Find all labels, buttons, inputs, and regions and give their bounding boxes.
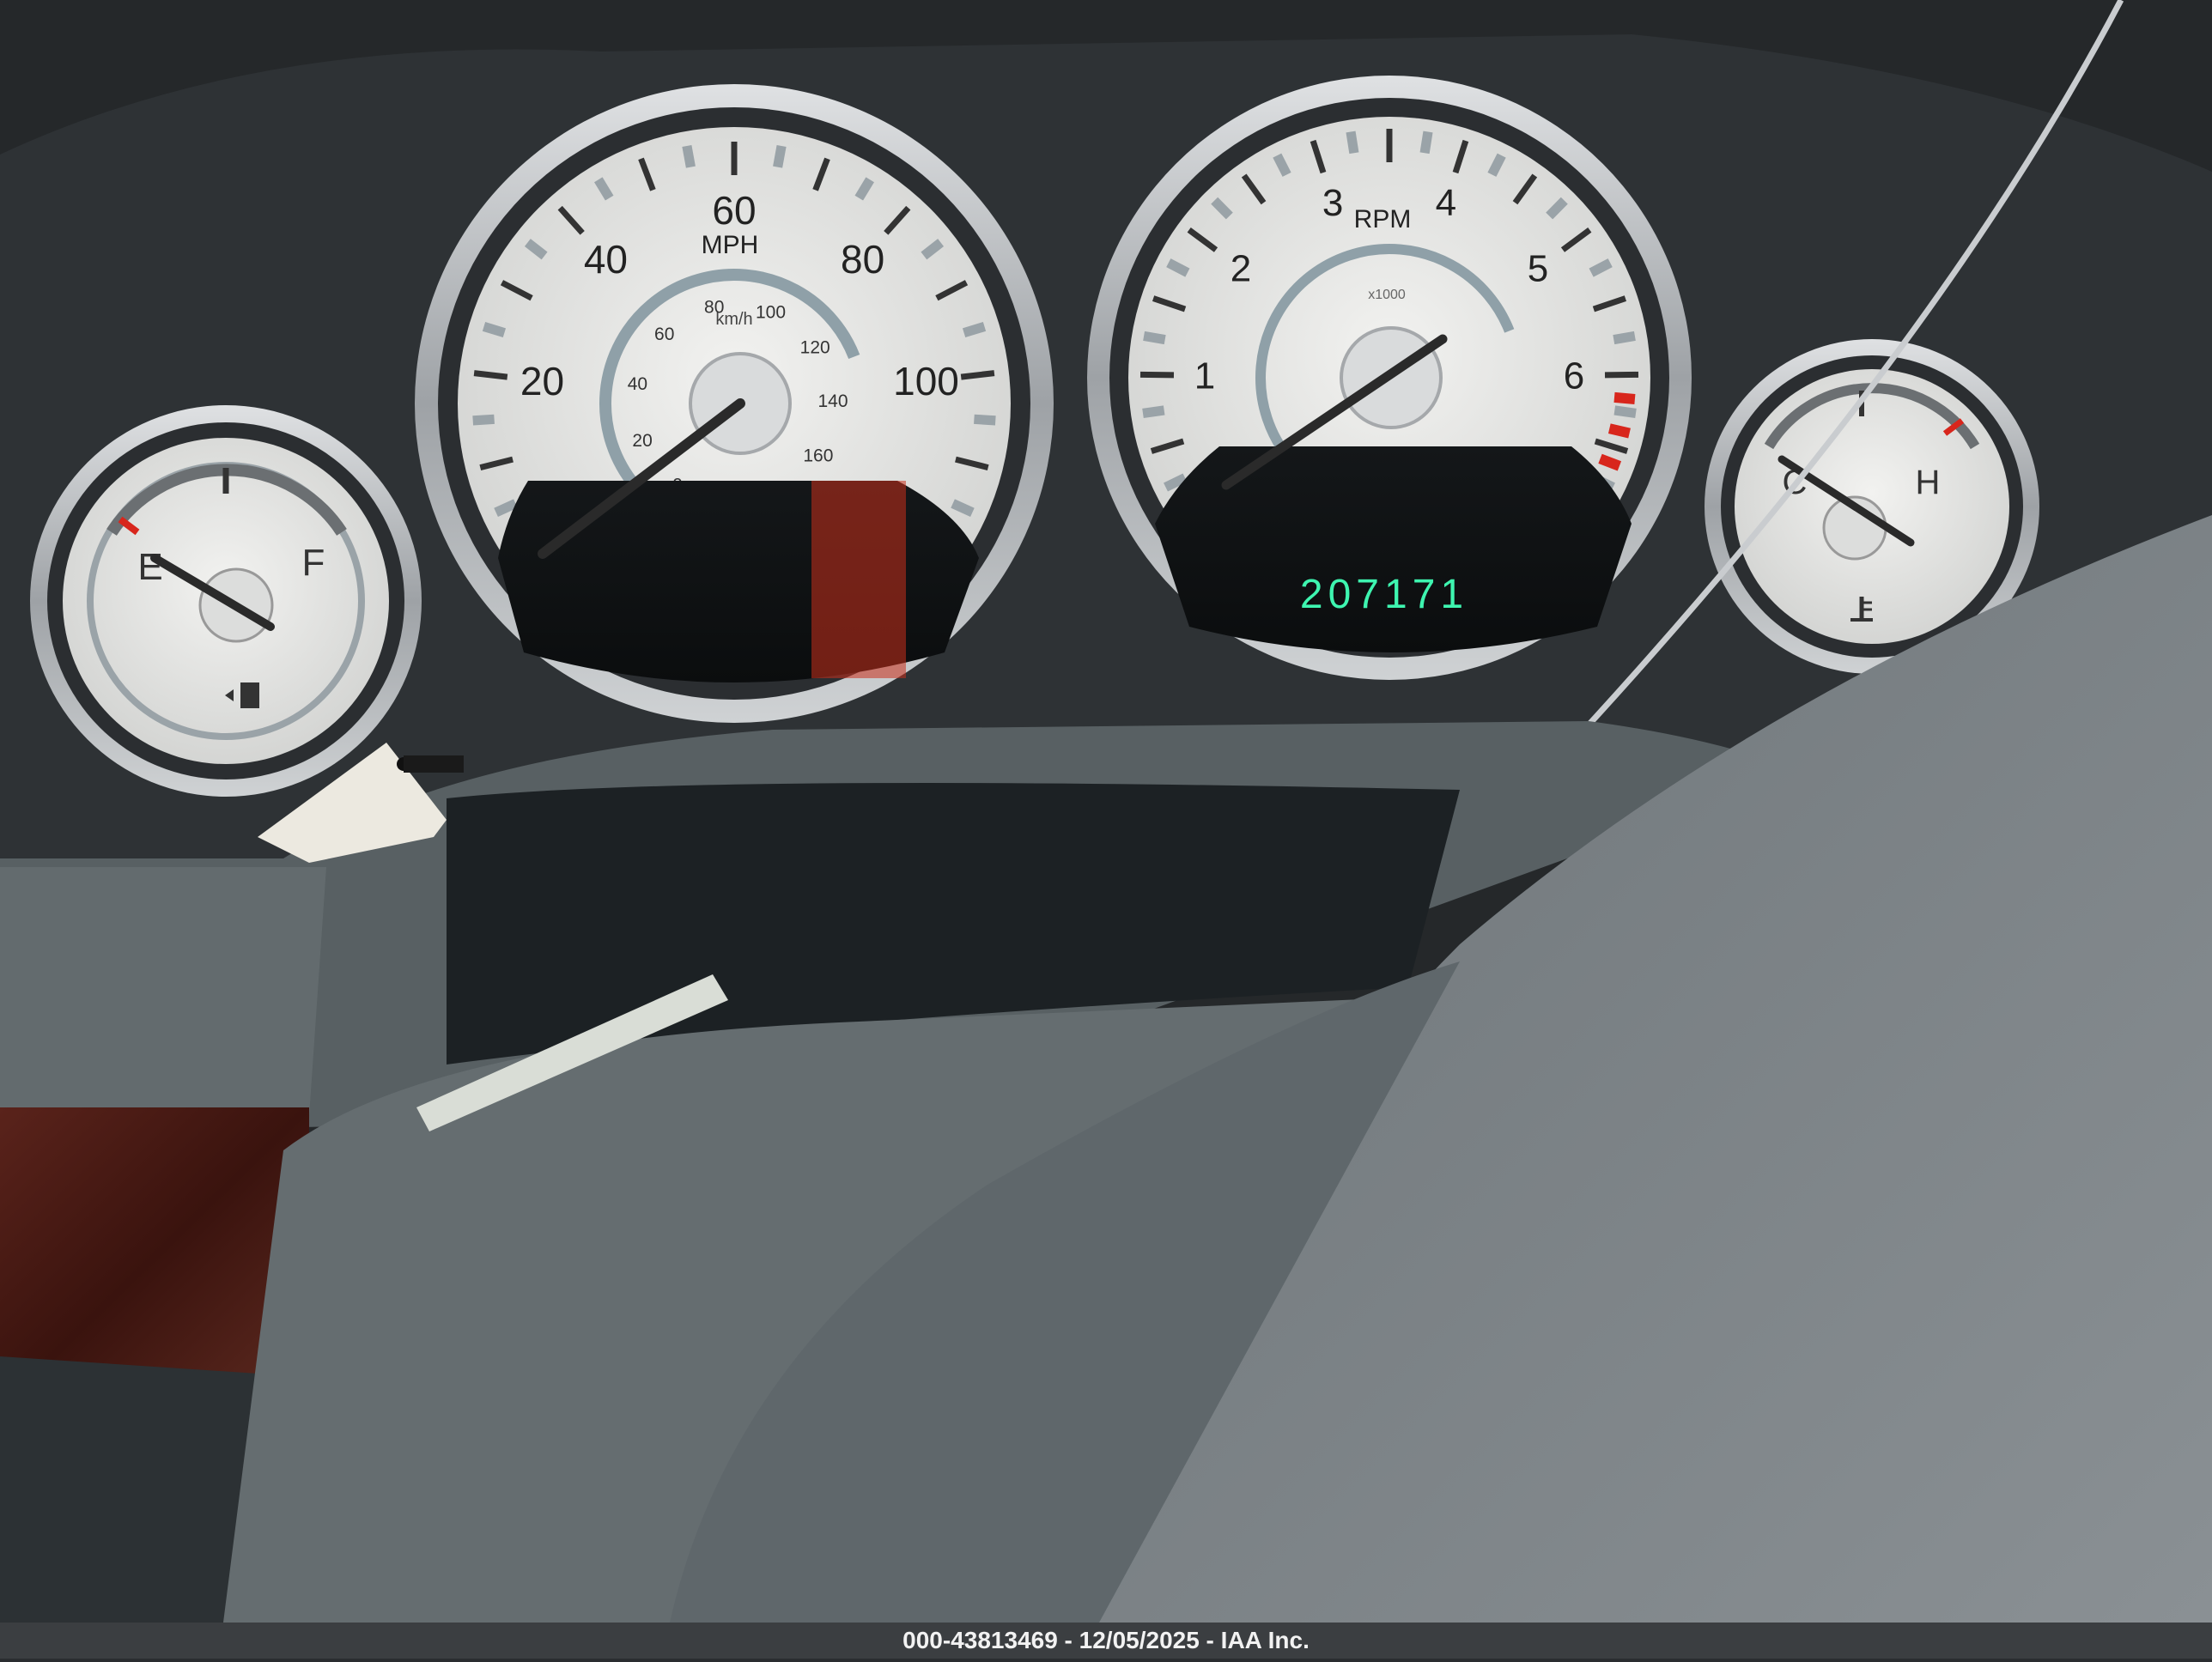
redline-mark [1613, 391, 1636, 404]
kmh-label: 20 [632, 431, 652, 451]
gauge-tick [1346, 130, 1359, 155]
gauge-tick [974, 414, 996, 426]
redline-mark [1598, 453, 1622, 471]
kmh-label: 80 [704, 298, 724, 318]
gauge-tick [472, 414, 495, 426]
gauge-tick [1613, 331, 1636, 345]
instrument-cluster: MPH km/h 020406080100120 020406080100120… [0, 0, 2212, 1659]
kmh-label: 120 [800, 337, 830, 357]
gauge-tick [1139, 371, 1175, 379]
dashboard-photo: MPH km/h 020406080100120 020406080100120… [0, 0, 2212, 1659]
tachometer: RPM x1000 01234567 207171 [1087, 76, 1692, 680]
trip-reset-stem [404, 755, 464, 773]
gauge-tick [1419, 130, 1433, 155]
kmh-label: 100 [756, 303, 786, 323]
kmh-label: 160 [803, 446, 833, 466]
rpm-multiplier-label: x1000 [1368, 288, 1406, 302]
gauge-tick [960, 370, 995, 380]
gauge-tick [1604, 371, 1639, 379]
mph-label: 20 [520, 359, 564, 403]
photo-caption: 000-43813469 - 12/05/2025 - IAA Inc. [0, 1623, 2212, 1659]
kmh-label: 140 [817, 391, 848, 411]
gauge-tick [482, 322, 507, 338]
reflection [811, 481, 906, 678]
steering-column-shadow [0, 1356, 258, 1623]
kmh-label: 40 [628, 374, 647, 394]
rpm-label: 1 [1194, 355, 1215, 397]
gauge-tick [773, 144, 787, 168]
mph-label: 60 [712, 188, 756, 233]
gauge-tick [1142, 405, 1165, 418]
fuel-full-label: F [302, 542, 325, 584]
kmh-label: 60 [654, 325, 674, 344]
rpm-label: 4 [1436, 182, 1456, 224]
mph-label: 80 [841, 237, 884, 282]
tachometer-lcd [1155, 446, 1632, 652]
mph-label: 40 [584, 237, 628, 282]
rpm-label: 6 [1564, 355, 1584, 397]
gauge-tick [962, 322, 987, 338]
fuel-gauge: E F [30, 405, 422, 797]
mph-label: 100 [893, 359, 959, 403]
speedometer-unit-label: MPH [702, 231, 759, 259]
rpm-label: 5 [1528, 248, 1548, 290]
speedometer: MPH km/h 020406080100120 020406080100120… [415, 84, 1054, 723]
dash-trim-left [0, 867, 326, 1116]
rpm-label: 3 [1322, 182, 1343, 224]
rpm-unit-label: RPM [1354, 205, 1412, 234]
redline-mark [1607, 423, 1631, 439]
odometer-reading: 207171 [1300, 572, 1468, 617]
gauge-tick [1143, 331, 1166, 345]
gauge-tick [682, 144, 696, 168]
gauge-tick [1613, 405, 1637, 418]
speedometer-lcd [498, 481, 979, 682]
rpm-label: 2 [1231, 248, 1251, 290]
fuel-empty-label: E [137, 546, 162, 588]
temp-hot-label: H [1916, 464, 1941, 501]
gauge-tick [473, 370, 508, 380]
